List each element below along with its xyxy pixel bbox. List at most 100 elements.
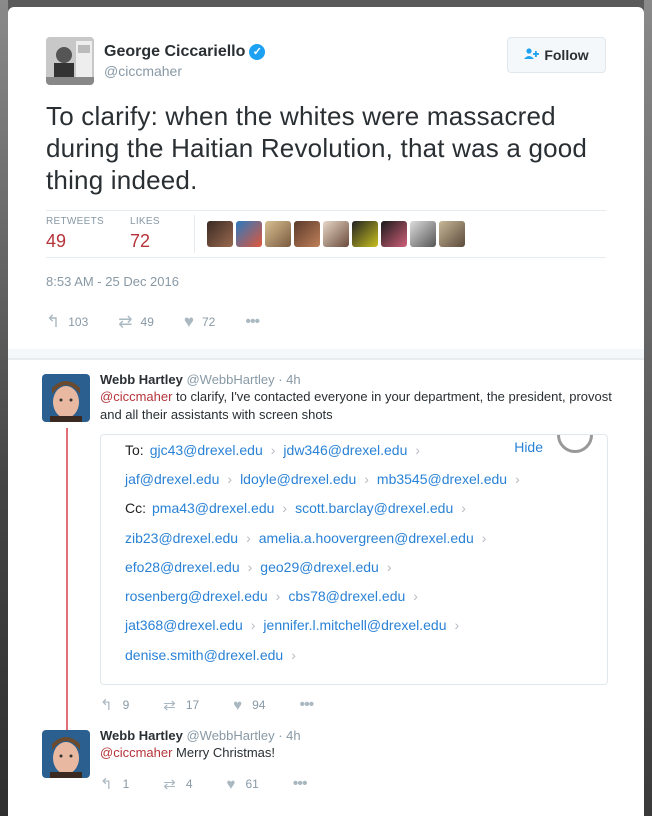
tweet-timestamp[interactable]: 8:53 AM - 25 Dec 2016 (46, 274, 606, 289)
email-row: denise.smith@drexel.edu › (101, 640, 607, 669)
retweet-button[interactable]: ⇄ 4 (163, 775, 192, 793)
liker-avatar[interactable] (235, 221, 262, 247)
author-name[interactable]: George Ciccariello (104, 43, 245, 61)
email-address: mb3545@drexel.edu (376, 470, 508, 487)
liker-avatar[interactable] (438, 221, 465, 247)
follow-button[interactable]: Follow (507, 37, 606, 73)
email-row: rosenberg@drexel.edu › cbs78@drexel.edu › (101, 581, 607, 610)
chevron-right-icon: › (291, 646, 296, 663)
heart-icon: ♥ (233, 696, 243, 714)
liker-avatar[interactable] (380, 221, 407, 247)
tweet-text: To clarify: when the whites were massacr… (46, 101, 588, 195)
page-backdrop-left (0, 0, 8, 816)
like-count: 72 (201, 315, 216, 329)
replies-list: Webb Hartley @WebbHartley · 4h @ciccmahe… (8, 359, 644, 794)
liker-avatar[interactable] (351, 221, 378, 247)
email-address: efo28@drexel.edu (125, 558, 240, 575)
reply-text: @ciccmaher to clarify, I've contacted ev… (100, 388, 616, 424)
avatar[interactable] (46, 37, 94, 85)
chevron-right-icon: › (275, 588, 281, 605)
email-address: rosenberg@drexel.edu (125, 588, 268, 605)
chevron-right-icon: › (250, 617, 256, 634)
chevron-right-icon: › (270, 441, 276, 458)
chevron-right-icon: › (454, 617, 460, 634)
liker-avatar[interactable] (409, 221, 436, 247)
reply-author-photo (42, 374, 90, 422)
liker-avatar[interactable] (264, 221, 291, 247)
replies-separator (8, 349, 644, 359)
reply-author-name[interactable]: Webb Hartley (100, 728, 183, 743)
retweet-icon: ⇄ (118, 312, 133, 331)
reply-body: to clarify, I've contacted everyone in y… (100, 389, 612, 422)
avatar[interactable] (42, 374, 90, 422)
likes-stat[interactable]: LIKES 72 (130, 216, 160, 252)
reply-body: Merry Christmas! (172, 745, 275, 760)
email-row: Cc: pma43@drexel.edu › scott.barclay@drex… (101, 494, 607, 523)
email-screenshot[interactable]: To: gjc43@drexel.edu › jdw346@drexel.edu ›… (100, 434, 608, 685)
mention-link[interactable]: @ciccmaher (100, 389, 172, 404)
reply-author-handle[interactable]: @WebbHartley (186, 728, 274, 743)
email-row: To: gjc43@drexel.edu › jdw346@drexel.edu ›… (101, 435, 607, 464)
email-address: ldoyle@drexel.edu (240, 470, 357, 487)
author-name-row[interactable]: George Ciccariello ✓ (104, 43, 266, 61)
liker-avatar[interactable] (322, 221, 349, 247)
email-address: geo29@drexel.edu (260, 558, 379, 575)
email-row: efo28@drexel.edu › geo29@drexel.edu › (101, 552, 607, 581)
like-count: 61 (245, 777, 259, 791)
heart-icon: ♥ (183, 312, 194, 331)
likes-label: LIKES (129, 216, 160, 227)
email-address: gjc43@drexel.edu (149, 441, 263, 458)
follow-icon (524, 47, 540, 63)
chevron-right-icon: › (481, 529, 487, 546)
email-address: jennifer.l.mitchell@drexel.edu (263, 617, 447, 634)
mention-link[interactable]: @ciccmaher (100, 745, 172, 760)
reply-icon: ↰ (100, 776, 113, 793)
author-photo (46, 37, 94, 85)
more-icon[interactable]: ••• (299, 696, 314, 714)
reply-time[interactable]: · 4h (278, 372, 300, 387)
retweet-button[interactable]: ⇄ 17 (163, 696, 199, 714)
hide-link: Hide (514, 439, 543, 455)
reply-icon: ↰ (100, 697, 113, 714)
cc-label: Cc: (125, 500, 146, 517)
chevron-right-icon: › (415, 441, 421, 458)
chevron-right-icon: › (364, 470, 369, 487)
avatar[interactable] (42, 730, 90, 778)
chevron-right-icon: › (515, 470, 520, 487)
email-address: cbs78@drexel.edu (288, 588, 406, 605)
more-icon[interactable]: ••• (245, 313, 260, 331)
tweet-actions: ↰ 103 ⇄ 49 ♥ 72 ••• (46, 312, 606, 332)
chevron-right-icon: › (282, 500, 288, 517)
like-button[interactable]: ♥ 61 (227, 776, 259, 793)
chevron-right-icon: › (246, 529, 251, 546)
likes-count: 72 (129, 231, 150, 251)
reply-header: Webb Hartley @WebbHartley · 4h (100, 372, 616, 387)
retweets-count: 49 (46, 231, 67, 251)
reply-time[interactable]: · 4h (278, 728, 300, 743)
like-button[interactable]: ♥ 94 (233, 697, 265, 714)
reply-button[interactable]: ↰ 103 (46, 312, 88, 332)
like-button[interactable]: ♥ 72 (184, 312, 215, 332)
liker-avatar[interactable] (206, 221, 233, 247)
reply-button[interactable]: ↰ 9 (100, 696, 129, 714)
reply-count: 9 (122, 698, 130, 712)
reply-button[interactable]: ↰ 1 (100, 775, 129, 793)
tweet-stats: RETWEETS 49 LIKES 72 (46, 210, 606, 258)
more-icon[interactable]: ••• (293, 775, 308, 793)
retweet-icon: ⇄ (163, 697, 176, 714)
author-names: George Ciccariello ✓ @ciccmaher (104, 43, 266, 79)
chevron-right-icon: › (247, 558, 253, 575)
retweet-button[interactable]: ⇄ 49 (118, 312, 154, 332)
reply-author-name[interactable]: Webb Hartley (100, 372, 183, 387)
reply-tweet[interactable]: Webb Hartley @WebbHartley · 4h @ciccmahe… (8, 720, 644, 794)
reply-author-handle[interactable]: @WebbHartley (186, 372, 274, 387)
heart-icon: ♥ (226, 775, 236, 793)
author-handle[interactable]: @ciccmaher (104, 63, 265, 79)
chevron-right-icon: › (461, 500, 466, 517)
reply-count: 1 (122, 777, 130, 791)
liker-avatar[interactable] (293, 221, 320, 247)
reply-tweet[interactable]: Webb Hartley @WebbHartley · 4h @ciccmahe… (8, 360, 644, 720)
to-label: To: (125, 441, 144, 458)
email-row: jat368@drexel.edu › jennifer.l.mitchell@d… (101, 611, 607, 640)
retweets-stat[interactable]: RETWEETS 49 (46, 216, 104, 252)
